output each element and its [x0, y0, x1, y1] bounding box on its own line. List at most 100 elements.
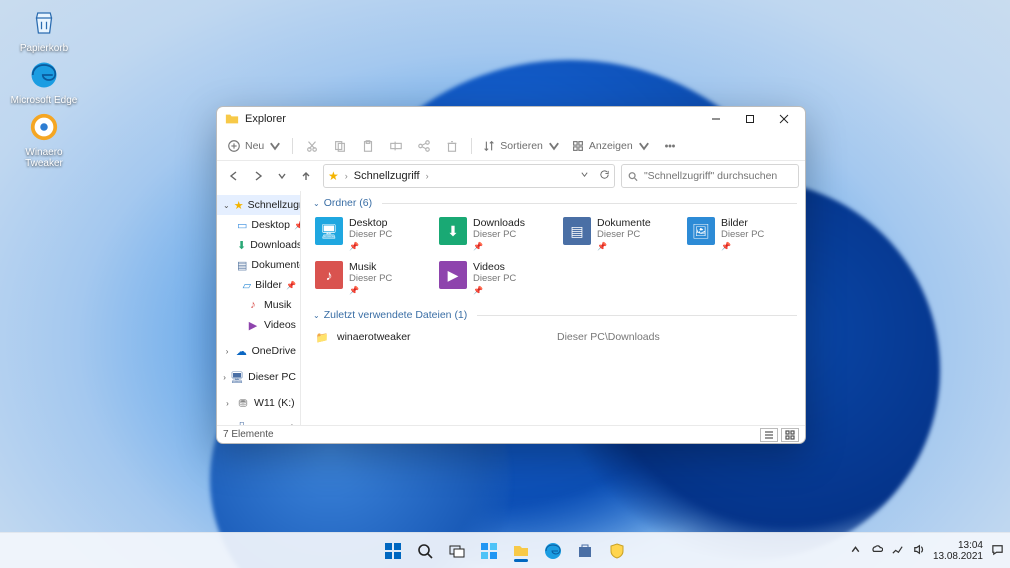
desktop[interactable]: Papierkorb Microsoft Edge Winaero Tweake…	[0, 0, 1010, 568]
up-button[interactable]	[295, 163, 317, 189]
taskbar[interactable]: 13:04 13.08.2021	[0, 532, 1010, 568]
desktop-icon-label: Winaero Tweaker	[8, 147, 80, 169]
edge-icon	[27, 58, 61, 92]
sidebar-item-pictures[interactable]: ▱Bilder📌	[227, 275, 300, 295]
sidebar-item-videos[interactable]: ▶Videos	[227, 315, 300, 335]
copy-button[interactable]	[327, 133, 353, 159]
large-icons-view-button[interactable]	[781, 428, 799, 442]
copy-icon	[333, 139, 347, 153]
back-button[interactable]	[223, 163, 245, 189]
taskbar-app-security[interactable]	[604, 538, 630, 564]
group-header-folders[interactable]: ⌄Ordner (6)	[313, 197, 797, 209]
breadcrumb[interactable]: Schnellzugriff	[354, 170, 420, 182]
sort-icon	[482, 139, 496, 153]
sidebar-item-downloads[interactable]: ⬇Downloads📌	[227, 235, 300, 255]
address-bar[interactable]: ★ › Schnellzugriff ›	[323, 164, 615, 188]
pictures-folder-icon: 🖼	[687, 217, 715, 245]
desktop-icon: ▭	[237, 218, 247, 232]
forward-button[interactable]	[247, 163, 269, 189]
sidebar-item-desktop[interactable]: ▭Desktop📌	[227, 215, 300, 235]
star-icon: ★	[234, 198, 244, 212]
new-button[interactable]: Neu	[223, 133, 286, 159]
content-pane[interactable]: ⌄Ordner (6) 🖥 DesktopDieser PC📌 ⬇ Downlo…	[301, 191, 805, 425]
pin-icon: 📌	[349, 285, 392, 297]
view-button[interactable]: Anzeigen	[567, 133, 655, 159]
onedrive-tray-icon[interactable]	[870, 543, 883, 559]
status-bar: 7 Elemente	[217, 425, 805, 443]
clock[interactable]: 13:04 13.08.2021	[933, 540, 983, 562]
search-input[interactable]	[644, 170, 792, 182]
close-button[interactable]	[767, 107, 801, 131]
address-dropdown[interactable]	[580, 170, 589, 182]
ellipsis-icon	[663, 139, 677, 153]
folder-tile-documents[interactable]: ▤ DokumenteDieser PC📌	[561, 215, 681, 255]
desktop-icon-edge[interactable]: Microsoft Edge	[8, 58, 80, 106]
widgets-button[interactable]	[476, 538, 502, 564]
notifications-button[interactable]	[991, 543, 1004, 559]
window-title: Explorer	[245, 113, 699, 125]
title-bar[interactable]: Explorer	[217, 107, 805, 131]
folder-tile-desktop[interactable]: 🖥 DesktopDieser PC📌	[313, 215, 433, 255]
folder-tile-videos[interactable]: ▶ VideosDieser PC📌	[437, 259, 557, 299]
trash-icon	[445, 139, 459, 153]
network-tray-icon[interactable]	[891, 543, 904, 559]
sidebar-item-quick-access[interactable]: ⌄★Schnellzugriff	[217, 195, 300, 215]
taskbar-app-edge[interactable]	[540, 538, 566, 564]
plus-circle-icon	[227, 139, 241, 153]
pin-icon: 📌	[597, 241, 651, 253]
recent-file-row[interactable]: 📁 winaerotweaker Dieser PC\Downloads	[313, 327, 797, 348]
maximize-button[interactable]	[733, 107, 767, 131]
details-view-button[interactable]	[760, 428, 778, 442]
tray-overflow-button[interactable]	[849, 543, 862, 559]
recent-dropdown[interactable]	[271, 163, 293, 189]
taskbar-search-button[interactable]	[412, 538, 438, 564]
videos-folder-icon: ▶	[439, 261, 467, 289]
task-view-button[interactable]	[444, 538, 470, 564]
rename-button[interactable]	[383, 133, 409, 159]
folder-tile-downloads[interactable]: ⬇ DownloadsDieser PC📌	[437, 215, 557, 255]
desktop-icon-recycle-bin[interactable]: Papierkorb	[8, 6, 80, 54]
sidebar-item-this-pc[interactable]: ›🖥Dieser PC	[217, 367, 300, 387]
chevron-down-icon: ⌄	[313, 199, 320, 208]
more-button[interactable]	[657, 133, 683, 159]
sidebar-item-onedrive[interactable]: ›☁OneDrive	[217, 341, 300, 361]
folder-icon: 📁	[313, 331, 331, 344]
refresh-button[interactable]	[599, 169, 610, 183]
view-icon	[571, 139, 585, 153]
sidebar-item-music[interactable]: ♪Musik	[227, 295, 300, 315]
group-header-recent[interactable]: ⌄Zuletzt verwendete Dateien (1)	[313, 309, 797, 321]
minimize-button[interactable]	[699, 107, 733, 131]
paste-icon	[361, 139, 375, 153]
start-button[interactable]	[380, 538, 406, 564]
downloads-folder-icon: ⬇	[439, 217, 467, 245]
paste-button[interactable]	[355, 133, 381, 159]
pin-icon: 📌	[286, 281, 296, 290]
command-bar: Neu Sortieren Anzeigen	[217, 131, 805, 161]
pin-icon: 📌	[349, 241, 392, 253]
taskbar-app-explorer[interactable]	[508, 538, 534, 564]
volume-tray-icon[interactable]	[912, 543, 925, 559]
chevron-down-icon	[547, 139, 561, 153]
search-box[interactable]	[621, 164, 799, 188]
taskbar-app-store[interactable]	[572, 538, 598, 564]
chevron-right-icon: ›	[345, 171, 348, 181]
sidebar-item-drive[interactable]: ›⛃W11 (K:)	[217, 393, 300, 413]
sidebar-item-documents[interactable]: ▤Dokumente📌	[227, 255, 300, 275]
nav-pane: ⌄★Schnellzugriff ▭Desktop📌 ⬇Downloads📌 ▤…	[217, 191, 301, 425]
recycle-bin-icon	[27, 6, 61, 40]
video-icon: ▶	[246, 318, 260, 332]
star-icon: ★	[328, 169, 339, 183]
system-tray[interactable]: 13:04 13.08.2021	[849, 540, 1004, 562]
status-text: 7 Elemente	[223, 429, 274, 440]
rename-icon	[389, 139, 403, 153]
desktop-icon-winaero[interactable]: Winaero Tweaker	[8, 110, 80, 169]
folder-tile-music[interactable]: ♪ MusikDieser PC📌	[313, 259, 433, 299]
sort-button[interactable]: Sortieren	[478, 133, 565, 159]
cut-button[interactable]	[299, 133, 325, 159]
delete-button[interactable]	[439, 133, 465, 159]
folder-tile-pictures[interactable]: 🖼 BilderDieser PC📌	[685, 215, 805, 255]
share-button[interactable]	[411, 133, 437, 159]
music-icon: ♪	[246, 298, 260, 312]
cut-icon	[305, 139, 319, 153]
desktop-icon-label: Microsoft Edge	[8, 95, 80, 106]
